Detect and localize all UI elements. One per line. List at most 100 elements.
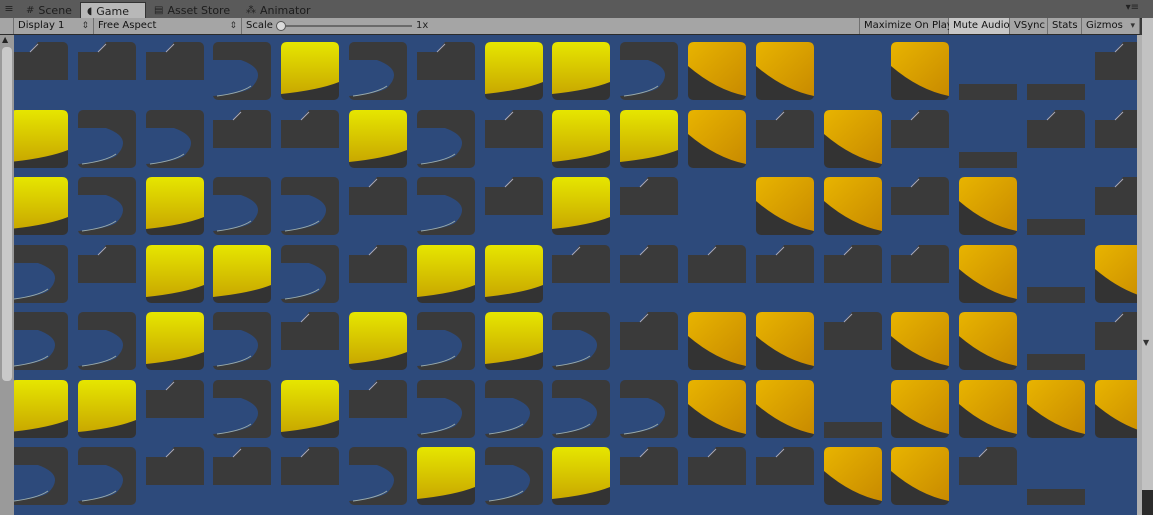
orange-tile xyxy=(957,378,1019,440)
yellow-tile xyxy=(279,378,341,440)
dark-notch-tile xyxy=(618,310,680,372)
orange-tile xyxy=(822,108,884,170)
maximize-on-play-toggle[interactable]: Maximize On Play xyxy=(860,18,953,34)
game-viewport[interactable] xyxy=(14,35,1137,515)
dark-bottom-tile xyxy=(1025,310,1087,372)
yellow-tile xyxy=(550,445,612,507)
orange-tile xyxy=(1093,378,1137,440)
dropdown-arrow-icon: ⇕ xyxy=(229,21,237,31)
dark-pie-tile xyxy=(14,445,70,507)
yellow-tile xyxy=(211,243,273,305)
empty-tile xyxy=(686,175,748,237)
dark-notch-tile xyxy=(483,108,545,170)
dark-notch-tile xyxy=(1025,108,1087,170)
dark-notch-tile xyxy=(1093,108,1137,170)
aspect-value: Free Aspect xyxy=(98,20,157,31)
dark-pie-tile xyxy=(211,378,273,440)
mute-audio-toggle[interactable]: Mute Audio xyxy=(949,18,1010,34)
tab-scene[interactable]: # Scene xyxy=(20,3,78,18)
dark-notch-tile xyxy=(550,243,612,305)
orange-tile xyxy=(1025,378,1087,440)
orange-tile xyxy=(754,175,816,237)
orange-tile xyxy=(822,175,884,237)
tab-label: Animator xyxy=(260,4,311,17)
dark-notch-tile xyxy=(347,175,409,237)
display-dropdown[interactable]: Display 1 ⇕ xyxy=(14,18,94,34)
scale-slider-thumb[interactable] xyxy=(276,21,286,31)
scroll-up-arrow-icon[interactable]: ▲ xyxy=(2,35,8,44)
dark-pie-tile xyxy=(279,175,341,237)
dock-handle-icon[interactable]: ≡ xyxy=(0,0,18,18)
gizmos-label: Gizmos xyxy=(1086,20,1123,31)
yellow-tile xyxy=(550,40,612,102)
orange-tile xyxy=(957,310,1019,372)
scene-icon: # xyxy=(26,5,35,16)
scrollbar-thumb[interactable] xyxy=(2,47,12,381)
dark-notch-tile xyxy=(14,40,70,102)
orange-tile xyxy=(889,378,951,440)
dark-pie-tile xyxy=(550,378,612,440)
tab-asset-store[interactable]: ▤ Asset Store xyxy=(148,3,236,18)
vertical-scrollbar[interactable]: ▲ xyxy=(0,35,14,515)
scale-slider-track[interactable] xyxy=(286,25,412,27)
dark-bottom-tile xyxy=(957,108,1019,170)
orange-tile xyxy=(889,310,951,372)
yellow-tile xyxy=(483,243,545,305)
yellow-tile xyxy=(618,108,680,170)
orange-tile xyxy=(957,175,1019,237)
orange-tile xyxy=(889,445,951,507)
dark-pie-tile xyxy=(347,40,409,102)
orange-tile xyxy=(686,310,748,372)
game-icon: ◖ xyxy=(87,5,93,17)
dark-pie-tile xyxy=(76,445,138,507)
dark-notch-tile xyxy=(822,243,884,305)
display-value: Display 1 xyxy=(18,20,65,31)
dark-notch-tile xyxy=(754,108,816,170)
panel-menu-icon[interactable]: ▾≡ xyxy=(1126,2,1139,13)
orange-tile xyxy=(686,108,748,170)
dark-notch-tile xyxy=(686,243,748,305)
scale-label: Scale xyxy=(246,20,273,31)
dark-notch-tile xyxy=(279,445,341,507)
dark-notch-tile xyxy=(618,445,680,507)
dark-pie-tile xyxy=(76,310,138,372)
dark-pie-tile xyxy=(618,40,680,102)
animator-icon: ⁂ xyxy=(246,5,256,16)
dark-notch-tile xyxy=(347,378,409,440)
aspect-dropdown[interactable]: Free Aspect ⇕ xyxy=(94,18,242,34)
yellow-tile xyxy=(415,445,477,507)
tab-label: Scene xyxy=(38,4,72,17)
toolbar-edge xyxy=(0,18,14,34)
dark-notch-tile xyxy=(618,243,680,305)
dark-pie-tile xyxy=(415,310,477,372)
dark-notch-tile xyxy=(618,175,680,237)
gizmos-dropdown[interactable]: Gizmos ▾ xyxy=(1082,18,1140,34)
scale-value: 1x xyxy=(416,20,429,31)
yellow-tile xyxy=(347,108,409,170)
tab-animator[interactable]: ⁂ Animator xyxy=(240,3,317,18)
dark-notch-tile xyxy=(754,243,816,305)
dark-pie-tile xyxy=(76,175,138,237)
collapse-arrow-icon[interactable]: ▼ xyxy=(1143,338,1149,347)
tab-game[interactable]: ◖ Game xyxy=(80,2,146,19)
dark-notch-tile xyxy=(144,40,206,102)
yellow-tile xyxy=(347,310,409,372)
dark-notch-tile xyxy=(144,445,206,507)
dark-pie-tile xyxy=(550,310,612,372)
dark-bottom-tile xyxy=(1025,445,1087,507)
orange-tile xyxy=(754,40,816,102)
orange-tile xyxy=(686,40,748,102)
tab-label: Game xyxy=(96,4,130,18)
empty-tile xyxy=(822,40,884,102)
yellow-tile xyxy=(144,310,206,372)
vsync-toggle[interactable]: VSync xyxy=(1010,18,1048,34)
dark-notch-tile xyxy=(279,108,341,170)
dark-notch-tile xyxy=(347,243,409,305)
yellow-tile xyxy=(483,40,545,102)
stats-toggle[interactable]: Stats xyxy=(1048,18,1082,34)
dark-notch-tile xyxy=(211,108,273,170)
dark-notch-tile xyxy=(754,445,816,507)
dark-notch-tile xyxy=(889,243,951,305)
yellow-tile xyxy=(14,108,70,170)
dark-pie-tile xyxy=(483,445,545,507)
